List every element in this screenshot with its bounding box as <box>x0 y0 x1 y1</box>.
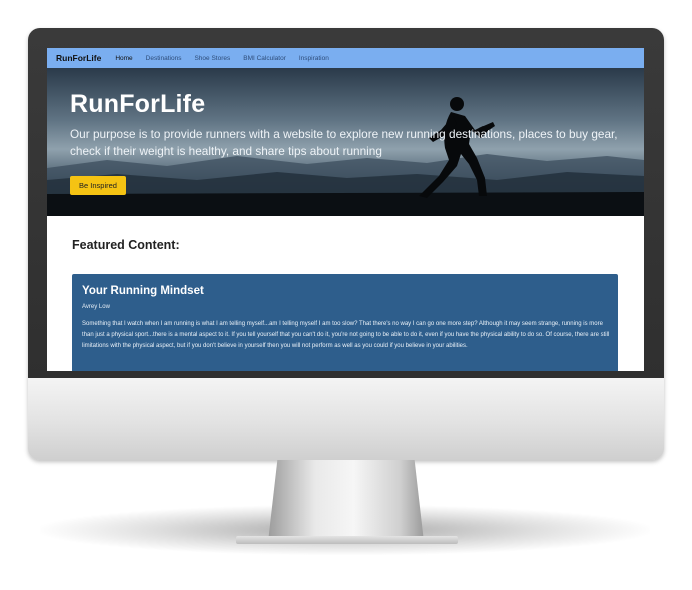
be-inspired-button[interactable]: Be Inspired <box>70 176 126 195</box>
nav-link-inspiration[interactable]: Inspiration <box>299 55 329 62</box>
featured-article-card: Your Running Mindset Avrey Low Something… <box>72 274 618 371</box>
navbar-brand[interactable]: RunForLife <box>56 53 101 63</box>
nav-link-home[interactable]: Home <box>115 55 132 62</box>
featured-content-heading: Featured Content: <box>72 238 180 252</box>
nav-link-shoe-stores[interactable]: Shoe Stores <box>194 55 230 62</box>
nav-link-destinations[interactable]: Destinations <box>146 55 182 62</box>
hero-banner: RunForLife Our purpose is to provide run… <box>47 68 644 216</box>
monitor-stand-base <box>236 536 458 544</box>
monitor-stand <box>268 460 424 542</box>
article-body: Something that I watch when I am running… <box>82 321 610 350</box>
article-title[interactable]: Your Running Mindset <box>82 285 204 297</box>
monitor-chin <box>28 378 664 460</box>
monitor-screen: RunForLife Home Destinations Shoe Stores… <box>47 48 644 371</box>
hero-title: RunForLife <box>70 90 206 118</box>
article-author: Avrey Low <box>82 304 110 310</box>
navbar: RunForLife Home Destinations Shoe Stores… <box>47 48 644 68</box>
nav-link-bmi-calculator[interactable]: BMI Calculator <box>243 55 286 62</box>
hero-description: Our purpose is to provide runners with a… <box>70 127 618 158</box>
